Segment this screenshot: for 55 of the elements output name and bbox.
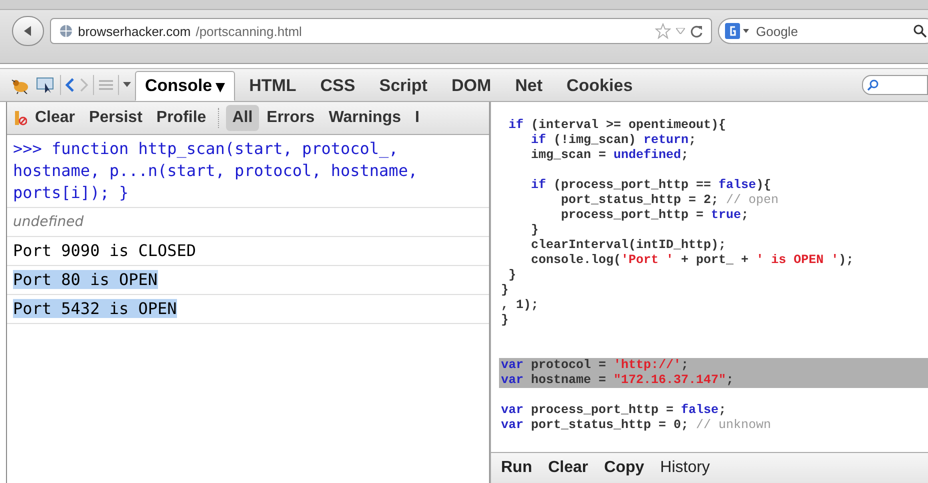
search-input[interactable]: Google xyxy=(754,22,908,40)
find-field[interactable] xyxy=(862,75,928,95)
panel-tab[interactable]: HTML xyxy=(239,71,306,101)
console-log-line: Port 9090 is CLOSED xyxy=(13,241,196,260)
filter-tab[interactable]: Errors xyxy=(260,105,321,131)
code-line: } xyxy=(508,268,518,283)
editor-action-button[interactable]: Copy xyxy=(604,459,644,477)
back-arrow-icon xyxy=(22,25,34,37)
console-command: >>> function http_scan(start, protocol_, hostname, p...n(start, protocol, hostname, ports[i]); } xyxy=(13,139,418,202)
panel-tab[interactable]: Cookies xyxy=(556,71,643,101)
dropdown-icon[interactable] xyxy=(123,82,131,88)
url-host: browserhacker.com xyxy=(78,24,191,38)
code-line: process_port_http = true; xyxy=(560,208,750,223)
back-button[interactable] xyxy=(12,16,44,46)
search-icon xyxy=(913,24,927,38)
url-path: /portscanning.html xyxy=(196,24,302,38)
code-line: console.log('Port ' + port_ + ' is OPEN '); xyxy=(530,253,855,268)
code-line: } xyxy=(530,223,540,238)
address-bar[interactable]: browserhacker.com /portscanning.html xyxy=(50,18,712,44)
panel-tab[interactable]: CSS xyxy=(310,71,366,101)
code-line: var process_port_http = false; xyxy=(500,403,728,418)
code-line: } xyxy=(500,283,510,298)
editor-action-button[interactable]: Run xyxy=(501,459,532,477)
star-icon[interactable] xyxy=(655,23,671,39)
clear-console-icon[interactable] xyxy=(13,109,27,127)
console-action-button[interactable]: Persist xyxy=(83,105,148,131)
inspect-icon[interactable] xyxy=(36,76,56,94)
code-line: var port_status_http = 0; // unknown xyxy=(500,418,772,433)
panel-tab[interactable]: Net xyxy=(505,71,553,101)
code-line: if (interval >= opentimeout){ xyxy=(508,118,728,133)
filter-tab[interactable]: All xyxy=(226,105,259,131)
code-line: if (process_port_http == false){ xyxy=(530,178,772,193)
code-line: if (!img_scan) return; xyxy=(530,133,698,148)
panel-tab[interactable]: DOM xyxy=(441,71,502,101)
editor-action-button[interactable]: History xyxy=(660,459,710,477)
search-icon xyxy=(867,79,879,91)
reload-icon[interactable] xyxy=(690,24,703,38)
search-box[interactable]: Google xyxy=(718,18,928,44)
search-engine-icon xyxy=(725,23,749,39)
code-line: } xyxy=(500,313,510,328)
console-result: undefined xyxy=(13,214,84,230)
filter-tab[interactable]: I xyxy=(408,105,426,131)
caret-icon: ▾ xyxy=(216,76,226,96)
console-action-button[interactable]: Profile xyxy=(150,105,212,131)
panel-tab[interactable]: Console ▾ xyxy=(135,71,236,101)
back-chevron-icon[interactable] xyxy=(65,78,75,92)
panel-tab[interactable]: Script xyxy=(369,71,438,101)
editor-action-button[interactable]: Clear xyxy=(548,459,588,477)
console-action-button[interactable]: Clear xyxy=(29,105,82,131)
code-line: clearInterval(intID_http); xyxy=(530,238,728,253)
code-line: port_status_http = 2; // open xyxy=(560,193,780,208)
code-line: img_scan = undefined; xyxy=(530,148,690,163)
filter-tab[interactable]: Warnings xyxy=(322,105,407,131)
globe-icon xyxy=(59,24,73,38)
code-line: , 1); xyxy=(500,298,540,313)
